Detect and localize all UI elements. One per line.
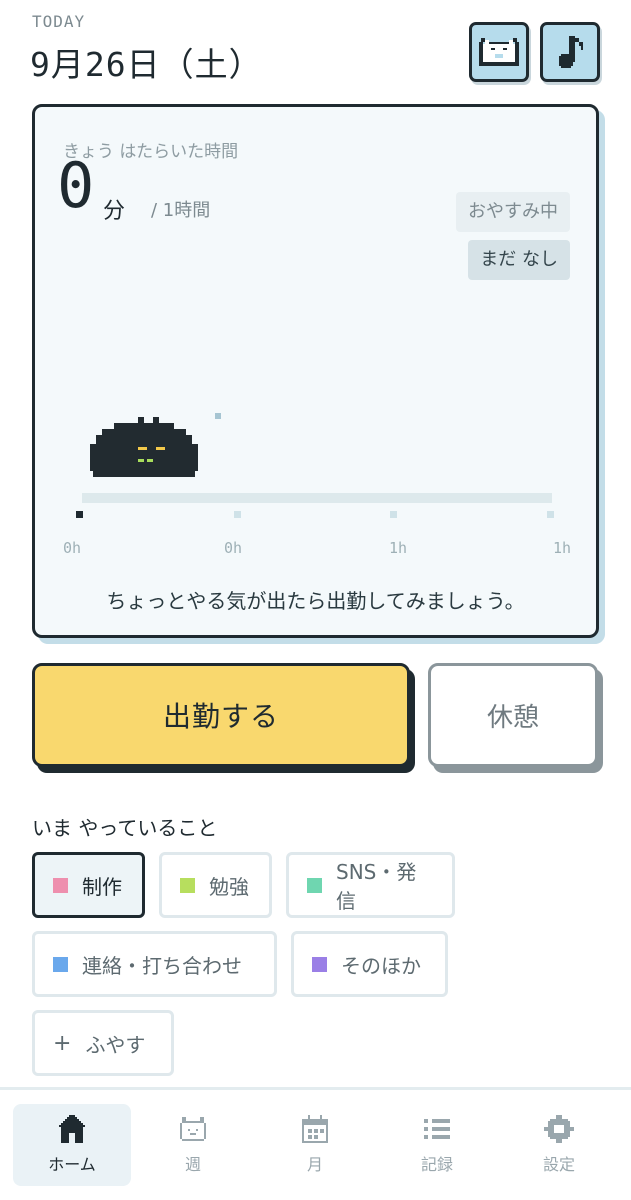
timeline-label: 1h [553, 539, 572, 557]
break-button[interactable]: 休憩 [428, 663, 598, 767]
timeline-tick [547, 511, 554, 518]
activity-chip-label: SNS・発信 [336, 860, 417, 913]
nav-label: ホーム [48, 1155, 96, 1174]
timeline-label: 0h [63, 539, 82, 557]
list-icon [424, 1119, 450, 1139]
music-note-icon [559, 36, 583, 68]
nav-item-week[interactable]: 週 [134, 1104, 252, 1186]
category-color-swatch [312, 956, 327, 972]
nav-item-settings[interactable]: 設定 [500, 1104, 618, 1186]
category-color-swatch [180, 877, 195, 893]
timeline-tick [234, 511, 241, 518]
sleeping-blob-character [90, 417, 198, 477]
category-color-swatch [53, 956, 68, 972]
nav-label: 設定 [542, 1155, 575, 1174]
today-work-card: きょう はたらいた時間 0 分 / 1時間 おやすみ中 まだ なし 0h 0h … [32, 104, 599, 638]
plus-icon: + [53, 1030, 72, 1056]
status-badge: おやすみ中 [456, 192, 570, 232]
add-activity-label: ふやす [85, 1032, 146, 1057]
goal-text: / 1時間 [151, 200, 211, 221]
entries-badge: まだ なし [468, 240, 570, 280]
activity-chip-label: そのほか [341, 953, 421, 978]
pixel-cat-icon [479, 38, 519, 66]
activity-chip-communication[interactable]: 連絡・打ち合わせ [32, 931, 277, 997]
activity-chip-other[interactable]: そのほか [291, 931, 448, 997]
nav-label: 週 [184, 1155, 201, 1174]
activity-chip-production[interactable]: 制作 [32, 852, 145, 918]
timeline-label: 0h [224, 539, 243, 557]
today-label: TODAY [32, 12, 86, 31]
calendar-icon [302, 1115, 328, 1143]
timeline-tick [390, 511, 397, 518]
music-button[interactable] [540, 22, 600, 82]
activity-chip-label: 連絡・打ち合わせ [82, 953, 242, 978]
timeline-track [82, 493, 552, 503]
activities-title: いま やっていること [32, 816, 218, 840]
home-icon [59, 1115, 85, 1143]
gear-icon [544, 1115, 574, 1143]
category-color-swatch [307, 877, 322, 893]
nav-item-records[interactable]: 記録 [378, 1104, 496, 1186]
date-heading: 9月26日（土） [30, 45, 263, 84]
nav-label: 月 [306, 1155, 323, 1174]
clock-in-button[interactable]: 出勤する [32, 663, 410, 767]
activity-chip-label: 勉強 [209, 874, 249, 899]
nav-item-month[interactable]: 月 [256, 1104, 374, 1186]
activity-chip-sns[interactable]: SNS・発信 [286, 852, 455, 918]
cat-button[interactable] [469, 22, 529, 82]
timeline-tick [76, 511, 83, 518]
week-cat-icon [180, 1117, 206, 1141]
activity-chip-label: 制作 [82, 874, 122, 899]
minutes-unit: 分 [103, 199, 126, 224]
timeline-label: 1h [389, 539, 408, 557]
worked-minutes: 0 [57, 149, 95, 222]
encouragement-message: ちょっとやる気が出たら出勤してみましょう。 [106, 589, 525, 613]
category-color-swatch [53, 877, 68, 893]
nav-label: 記録 [420, 1155, 453, 1174]
nav-item-home[interactable]: ホーム [13, 1104, 131, 1186]
activity-chip-study[interactable]: 勉強 [159, 852, 272, 918]
sparkle-dot [215, 413, 221, 419]
nav-divider [0, 1087, 631, 1090]
add-activity-button[interactable]: + ふやす [32, 1010, 174, 1076]
